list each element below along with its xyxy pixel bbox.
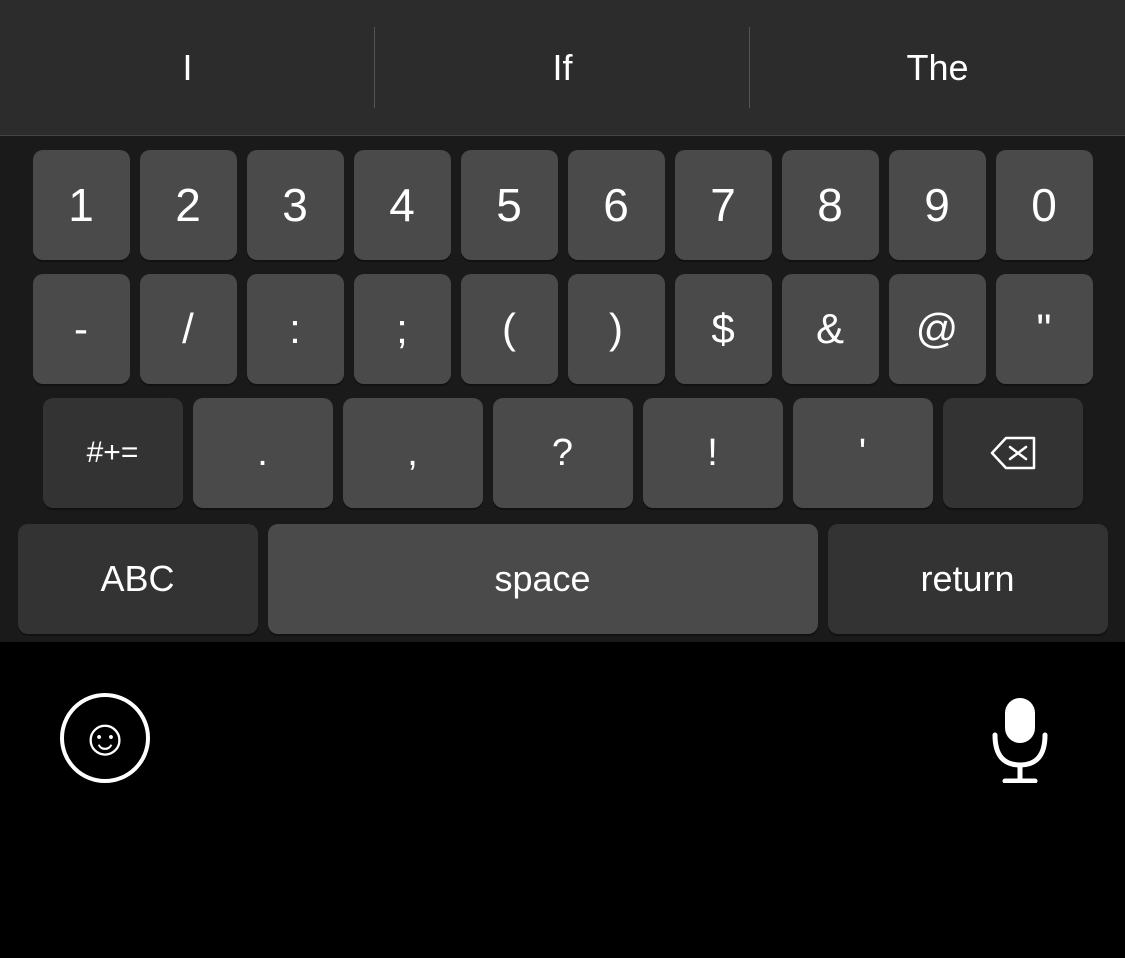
key-comma[interactable]: , (343, 398, 483, 508)
key-hashtag-toggle[interactable]: #+= (43, 398, 183, 508)
key-0[interactable]: 0 (996, 150, 1093, 260)
key-dash[interactable]: - (33, 274, 130, 384)
microphone-icon (985, 693, 1055, 783)
key-close-paren[interactable]: ) (568, 274, 665, 384)
autocomplete-label-The: The (906, 47, 968, 89)
key-at[interactable]: @ (889, 274, 986, 384)
autocomplete-item-The[interactable]: The (750, 0, 1125, 135)
emoji-button[interactable]: ☺ (60, 693, 150, 783)
autocomplete-item-If[interactable]: If (375, 0, 750, 135)
key-7[interactable]: 7 (675, 150, 772, 260)
key-return[interactable]: return (828, 524, 1108, 634)
key-apostrophe[interactable]: ' (793, 398, 933, 508)
third-row: #+= . , ? ! ' (8, 398, 1117, 508)
keyboard: 1 2 3 4 5 6 7 8 9 0 - / : ; ( ) $ & @ " … (0, 136, 1125, 642)
key-delete[interactable] (943, 398, 1083, 508)
delete-icon (988, 434, 1038, 472)
key-9[interactable]: 9 (889, 150, 986, 260)
symbol-row: - / : ; ( ) $ & @ " (8, 274, 1117, 384)
key-5[interactable]: 5 (461, 150, 558, 260)
number-row: 1 2 3 4 5 6 7 8 9 0 (8, 150, 1117, 260)
key-open-paren[interactable]: ( (461, 274, 558, 384)
key-slash[interactable]: / (140, 274, 237, 384)
key-abc[interactable]: ABC (18, 524, 258, 634)
microphone-button[interactable] (975, 693, 1065, 783)
key-ampersand[interactable]: & (782, 274, 879, 384)
key-space[interactable]: space (268, 524, 818, 634)
key-8[interactable]: 8 (782, 150, 879, 260)
autocomplete-label-If: If (552, 47, 572, 89)
key-colon[interactable]: : (247, 274, 344, 384)
bottom-row: ABC space return (8, 524, 1117, 634)
key-1[interactable]: 1 (33, 150, 130, 260)
key-exclaim[interactable]: ! (643, 398, 783, 508)
autocomplete-bar: I If The (0, 0, 1125, 136)
key-6[interactable]: 6 (568, 150, 665, 260)
key-semicolon[interactable]: ; (354, 274, 451, 384)
autocomplete-label-I: I (182, 47, 192, 89)
key-question[interactable]: ? (493, 398, 633, 508)
key-dot[interactable]: . (193, 398, 333, 508)
key-3[interactable]: 3 (247, 150, 344, 260)
key-quote[interactable]: " (996, 274, 1093, 384)
icon-bar: ☺ (0, 642, 1125, 814)
key-4[interactable]: 4 (354, 150, 451, 260)
key-2[interactable]: 2 (140, 150, 237, 260)
key-dollar[interactable]: $ (675, 274, 772, 384)
autocomplete-item-I[interactable]: I (0, 0, 375, 135)
